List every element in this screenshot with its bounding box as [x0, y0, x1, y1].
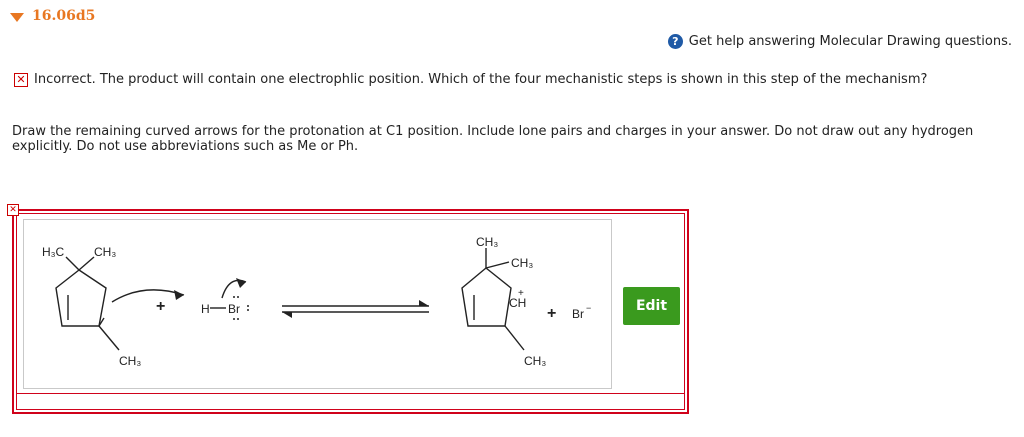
- product-label-ch3-right: CH₃: [511, 256, 533, 270]
- lone-pair-dot: [247, 309, 249, 311]
- plus-sign-1: +: [156, 298, 165, 315]
- question-mark-icon: ?: [667, 34, 683, 49]
- edit-button[interactable]: Edit: [623, 287, 680, 325]
- lone-pair-dot: [247, 305, 249, 307]
- feedback-text: Incorrect. The product will contain one …: [34, 72, 928, 87]
- question-id: 16.06d5: [32, 8, 96, 24]
- curved-arrow-1: [111, 289, 185, 303]
- drawing-canvas[interactable]: H₃C CH₃ CH₃ + H Br CH₃ CH₃ CH + CH₃ + Br…: [23, 219, 612, 389]
- bond-h3c: [65, 256, 80, 271]
- product-ring: [461, 267, 512, 327]
- incorrect-x-icon: ✕: [14, 72, 28, 87]
- answer-frame-divider: [16, 393, 685, 394]
- arrowhead-2: [236, 278, 246, 288]
- collapse-triangle-icon: [10, 12, 24, 22]
- help-label: Get help answering Molecular Drawing que…: [688, 34, 1012, 49]
- lone-pair-dot: [233, 296, 235, 298]
- label-h: H: [201, 302, 210, 316]
- lone-pair-dot: [237, 296, 239, 298]
- label-br: Br: [228, 302, 240, 316]
- bromide-charge: −: [586, 303, 591, 313]
- label-ch3-top: CH₃: [94, 245, 116, 259]
- reactant-ring: [55, 269, 107, 327]
- mechanism-drawing: H₃C CH₃ CH₃ + H Br CH₃ CH₃ CH + CH₃ + Br…: [42, 235, 591, 368]
- product-bond-bottom: [504, 325, 525, 351]
- bond-ch3-bottom: [98, 325, 120, 351]
- instructions-text: Draw the remaining curved arrows for the…: [12, 124, 974, 154]
- question-header-toggle[interactable]: 16.06d5: [10, 8, 95, 24]
- bond-ch3-top: [78, 256, 95, 271]
- plus-sign-2: +: [547, 305, 556, 322]
- lone-pair-dot: [233, 318, 235, 320]
- product-label-ch3-top: CH₃: [476, 235, 498, 249]
- help-link[interactable]: ? Get help answering Molecular Drawing q…: [667, 34, 1012, 49]
- product-label-ch3-bottom: CH₃: [524, 354, 546, 368]
- feedback-message: ✕ Incorrect. The product will contain on…: [14, 72, 927, 87]
- arrowhead-1: [174, 290, 184, 300]
- label-h3c: H₃C: [42, 245, 65, 259]
- arrowhead-forward: [419, 300, 429, 306]
- incorrect-marker-icon: ✕: [7, 204, 19, 216]
- product-bond-right: [485, 261, 510, 269]
- product-charge: +: [518, 288, 524, 299]
- label-ch3-bottom: CH₃: [119, 354, 141, 368]
- lone-pair-dot: [237, 318, 239, 320]
- arrowhead-reverse: [282, 312, 292, 318]
- bromide-label: Br: [572, 307, 584, 321]
